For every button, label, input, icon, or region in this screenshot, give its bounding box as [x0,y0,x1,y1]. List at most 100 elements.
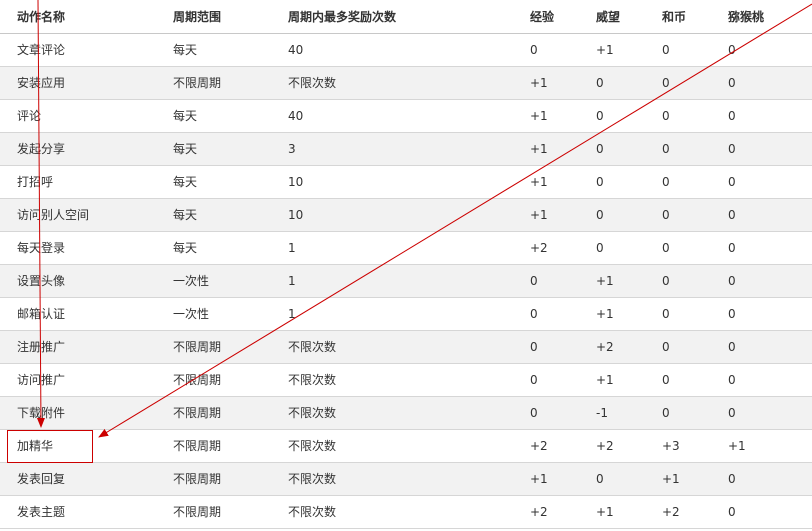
cell-max-rewards: 1 [272,264,514,298]
cell-experience: +2 [514,231,580,265]
table-row: 发表主题 不限周期 不限次数 +2 +1 +2 0 [0,495,812,529]
cell-coins: 0 [646,99,712,133]
cell-coins: +3 [646,429,712,463]
cell-action-name: 注册推广 [0,330,156,364]
cell-experience: +2 [514,495,580,529]
cell-coins: 0 [646,297,712,331]
header-max-rewards: 周期内最多奖励次数 [272,0,514,34]
cell-max-rewards: 10 [272,198,514,232]
cell-action-name: 设置头像 [0,264,156,298]
cell-coins: 0 [646,396,712,430]
cell-coins: 0 [646,264,712,298]
cell-max-rewards: 40 [272,33,514,67]
table-row: 安装应用 不限周期 不限次数 +1 0 0 0 [0,66,812,100]
header-row: 动作名称 周期范围 周期内最多奖励次数 经验 威望 和币 猕猴桃 [0,0,812,34]
cell-coins: +1 [646,462,712,496]
cell-max-rewards: 不限次数 [272,66,514,100]
cell-max-rewards: 不限次数 [272,495,514,529]
cell-kiwi: +1 [712,429,812,463]
table-row: 评论 每天 40 +1 0 0 0 [0,99,812,133]
cell-cycle-range: 一次性 [156,297,272,331]
cell-action-name: 评论 [0,99,156,133]
cell-coins: 0 [646,363,712,397]
cell-cycle-range: 不限周期 [156,363,272,397]
cell-max-rewards: 10 [272,165,514,199]
cell-cycle-range: 不限周期 [156,495,272,529]
cell-kiwi: 0 [712,165,812,199]
cell-kiwi: 0 [712,297,812,331]
table-row: 访问推广 不限周期 不限次数 0 +1 0 0 [0,363,812,397]
cell-experience: +1 [514,165,580,199]
cell-prestige: 0 [580,198,646,232]
cell-experience: 0 [514,33,580,67]
cell-kiwi: 0 [712,462,812,496]
cell-action-name: 访问别人空间 [0,198,156,232]
cell-max-rewards: 不限次数 [272,363,514,397]
table-row: 发表回复 不限周期 不限次数 +1 0 +1 0 [0,462,812,496]
table-row: 设置头像 一次性 1 0 +1 0 0 [0,264,812,298]
cell-coins: 0 [646,132,712,166]
cell-prestige: +2 [580,330,646,364]
cell-prestige: 0 [580,231,646,265]
cell-experience: 0 [514,396,580,430]
cell-action-name: 发表回复 [0,462,156,496]
cell-kiwi: 0 [712,363,812,397]
cell-cycle-range: 不限周期 [156,330,272,364]
cell-max-rewards: 40 [272,99,514,133]
cell-max-rewards: 不限次数 [272,396,514,430]
header-prestige: 威望 [580,0,646,34]
cell-experience: +1 [514,66,580,100]
cell-coins: 0 [646,33,712,67]
table-body: 文章评论 每天 40 0 +1 0 0 安装应用 不限周期 不限次数 +1 0 0 0 评论 每天 40 +1 0 0… [0,33,812,529]
table-row: 注册推广 不限周期 不限次数 0 +2 0 0 [0,330,812,364]
cell-cycle-range: 每天 [156,165,272,199]
header-kiwi: 猕猴桃 [712,0,812,34]
cell-prestige: +1 [580,264,646,298]
cell-cycle-range: 每天 [156,198,272,232]
cell-max-rewards: 不限次数 [272,462,514,496]
cell-prestige: +1 [580,495,646,529]
cell-prestige: +1 [580,33,646,67]
cell-cycle-range: 不限周期 [156,429,272,463]
cell-coins: 0 [646,165,712,199]
header-action-name: 动作名称 [0,0,156,34]
cell-experience: +1 [514,462,580,496]
cell-prestige: +2 [580,429,646,463]
cell-coins: 0 [646,231,712,265]
cell-prestige: 0 [580,132,646,166]
cell-experience: +1 [514,198,580,232]
cell-action-name: 每天登录 [0,231,156,265]
cell-kiwi: 0 [712,66,812,100]
cell-prestige: 0 [580,165,646,199]
cell-kiwi: 0 [712,264,812,298]
cell-action-name: 安装应用 [0,66,156,100]
reward-rules-table: 动作名称 周期范围 周期内最多奖励次数 经验 威望 和币 猕猴桃 文章评论 每天 4… [0,0,812,529]
cell-action-name: 发表主题 [0,495,156,529]
cell-prestige: +1 [580,297,646,331]
cell-action-name: 发起分享 [0,132,156,166]
cell-coins: 0 [646,66,712,100]
cell-max-rewards: 不限次数 [272,429,514,463]
cell-experience: 0 [514,363,580,397]
header-coins: 和币 [646,0,712,34]
cell-kiwi: 0 [712,198,812,232]
cell-prestige: -1 [580,396,646,430]
cell-kiwi: 0 [712,396,812,430]
cell-action-name: 文章评论 [0,33,156,67]
cell-kiwi: 0 [712,495,812,529]
cell-cycle-range: 一次性 [156,264,272,298]
cell-prestige: 0 [580,99,646,133]
cell-experience: 0 [514,264,580,298]
table-row: 每天登录 每天 1 +2 0 0 0 [0,231,812,265]
cell-action-name: 打招呼 [0,165,156,199]
cell-experience: +1 [514,99,580,133]
table-row: 加精华 不限周期 不限次数 +2 +2 +3 +1 [0,429,812,463]
cell-action-name: 访问推广 [0,363,156,397]
cell-experience: +2 [514,429,580,463]
cell-kiwi: 0 [712,231,812,265]
table-row: 打招呼 每天 10 +1 0 0 0 [0,165,812,199]
cell-cycle-range: 不限周期 [156,66,272,100]
cell-kiwi: 0 [712,99,812,133]
cell-max-rewards: 1 [272,297,514,331]
cell-kiwi: 0 [712,132,812,166]
